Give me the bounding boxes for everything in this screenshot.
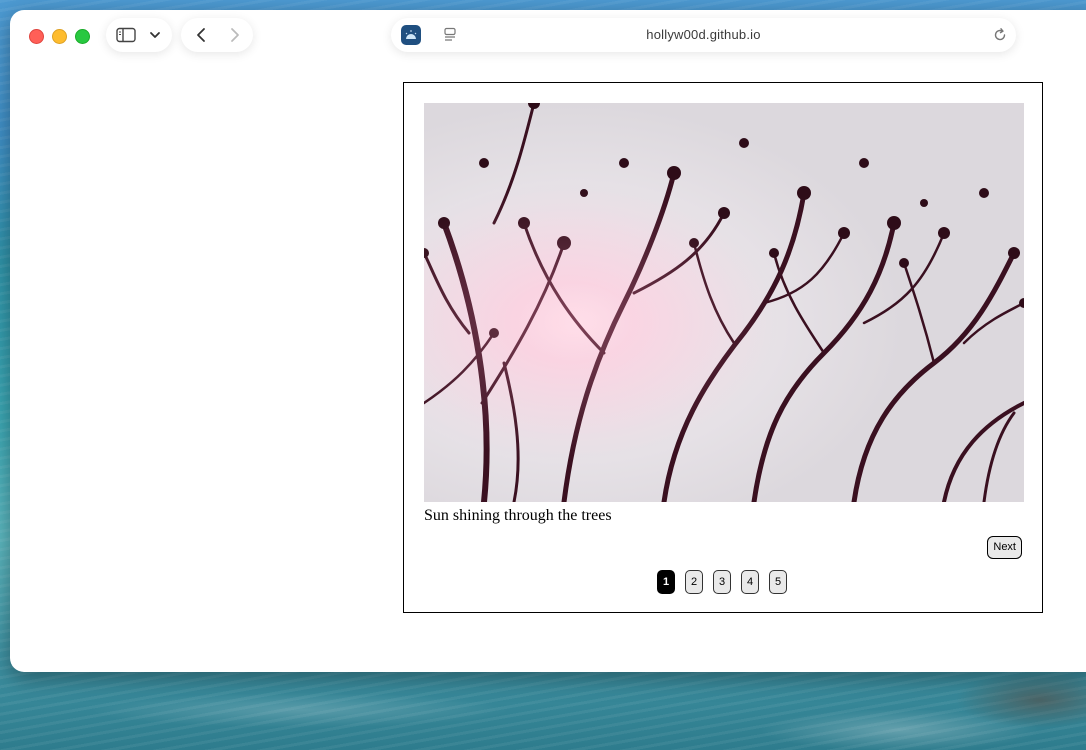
close-window-button[interactable] bbox=[29, 29, 44, 44]
page-button-3[interactable]: 3 bbox=[713, 570, 731, 594]
zoom-window-button[interactable] bbox=[75, 29, 90, 44]
forward-button[interactable] bbox=[223, 18, 247, 52]
chevron-right-icon bbox=[231, 28, 239, 42]
minimize-window-button[interactable] bbox=[52, 29, 67, 44]
reload-icon bbox=[994, 28, 1006, 41]
back-button[interactable] bbox=[189, 18, 213, 52]
slide-image bbox=[424, 103, 1024, 502]
address-bar[interactable]: hollyw00d.github.io bbox=[391, 18, 1016, 52]
page-button-1[interactable]: 1 bbox=[657, 570, 675, 594]
sidebar-control bbox=[106, 18, 172, 52]
browser-toolbar: hollyw00d.github.io bbox=[10, 10, 1086, 64]
chevron-left-icon bbox=[197, 28, 205, 42]
page-button-2[interactable]: 2 bbox=[685, 570, 703, 594]
reload-button[interactable] bbox=[992, 27, 1008, 48]
chevron-down-icon bbox=[150, 32, 160, 38]
slide-pagination: 1 2 3 4 5 bbox=[657, 570, 787, 594]
page-button-5[interactable]: 5 bbox=[769, 570, 787, 594]
page-button-4[interactable]: 4 bbox=[741, 570, 759, 594]
slide-photo-trees bbox=[424, 103, 1024, 502]
sidebar-toggle-button[interactable] bbox=[114, 18, 138, 52]
sidebar-icon bbox=[116, 27, 136, 43]
browser-window: hollyw00d.github.io Sun shining through … bbox=[10, 10, 1086, 672]
address-text[interactable]: hollyw00d.github.io bbox=[391, 18, 1016, 52]
slide-caption: Sun shining through the trees bbox=[424, 507, 612, 524]
slideshow-container: Sun shining through the trees Next 1 2 3… bbox=[403, 82, 1043, 613]
sidebar-menu-button[interactable] bbox=[146, 18, 164, 52]
next-button[interactable]: Next bbox=[987, 536, 1022, 559]
navigation-control bbox=[181, 18, 253, 52]
